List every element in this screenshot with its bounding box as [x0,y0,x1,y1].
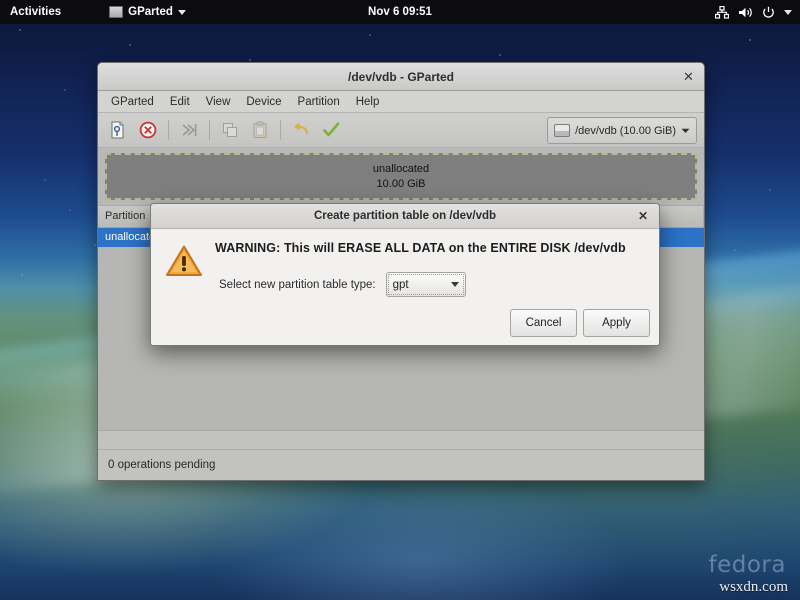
power-icon[interactable] [762,6,775,19]
dialog-close-button[interactable]: ✕ [635,208,651,224]
dialog-button-row: Cancel Apply [510,309,650,337]
cancel-button[interactable]: Cancel [510,309,577,337]
network-wired-icon[interactable] [715,5,729,19]
toolbar-separator [168,120,169,140]
disk-block-size: 10.00 GiB [376,177,426,190]
menu-bar: GParted Edit View Device Partition Help [98,91,704,113]
dialog-title-bar: Create partition table on /dev/vdb ✕ [151,204,659,229]
menu-gparted[interactable]: GParted [104,94,161,110]
volume-icon[interactable] [738,6,753,19]
fedora-watermark: fedora [708,552,786,578]
app-menu-label: GParted [128,6,173,18]
partition-table-type-value: gpt [392,278,409,291]
application-icon [109,6,124,18]
system-tray[interactable] [715,5,800,19]
warning-triangle-icon [165,241,203,297]
window-title: /dev/vdb - GParted [347,69,455,84]
window-title-bar: /dev/vdb - GParted ✕ [98,63,704,91]
resize-move-icon[interactable] [175,117,203,143]
toolbar-separator [280,120,281,140]
device-selector-label: /dev/vdb (10.00 GiB) [575,124,676,137]
gnome-top-bar: Activities GParted Nov 6 09:51 [0,0,800,24]
status-text: 0 operations pending [108,459,216,471]
partition-table-type-label: Select new partition table type: [219,278,376,291]
disk-block-label: unallocated [372,162,430,175]
screen: fedora wsxdn.com Activities GParted Nov … [0,0,800,600]
tool-bar: /dev/vdb (10.00 GiB) [98,113,704,148]
chevron-down-icon [450,282,459,287]
apply-button[interactable]: Apply [583,309,650,337]
partition-table-type-select[interactable]: gpt [385,272,466,297]
site-watermark: wsxdn.com [719,579,788,595]
dialog-title: Create partition table on /dev/vdb [313,210,497,222]
chevron-down-icon [681,125,690,137]
chevron-down-icon[interactable] [784,9,792,15]
dialog-content: WARNING: This will ERASE ALL DATA on the… [215,241,645,297]
dialog-body: WARNING: This will ERASE ALL DATA on the… [151,229,659,297]
menu-help[interactable]: Help [349,94,387,110]
hard-disk-icon [554,124,571,137]
menu-device[interactable]: Device [239,94,288,110]
menu-edit[interactable]: Edit [163,94,197,110]
new-partition-icon[interactable] [104,117,132,143]
warning-message: WARNING: This will ERASE ALL DATA on the… [215,241,626,255]
window-close-button[interactable]: ✕ [680,68,697,85]
device-selector[interactable]: /dev/vdb (10.00 GiB) [547,117,697,144]
create-partition-table-dialog: Create partition table on /dev/vdb ✕ WAR… [150,203,660,346]
paste-icon[interactable] [246,117,274,143]
status-bar: 0 operations pending [98,449,704,480]
activities-button[interactable]: Activities [0,0,71,24]
menu-partition[interactable]: Partition [291,94,347,110]
menu-view[interactable]: View [199,94,238,110]
copy-icon[interactable] [216,117,244,143]
apply-icon[interactable] [317,117,345,143]
undo-icon[interactable] [287,117,315,143]
toolbar-separator [209,120,210,140]
partition-table-type-row: Select new partition table type: gpt [215,272,645,297]
chevron-down-icon [177,9,186,15]
app-menu-button[interactable]: GParted [101,6,194,18]
disk-unallocated-block[interactable]: unallocated 10.00 GiB [105,153,697,200]
delete-partition-icon[interactable] [134,117,162,143]
disk-graphic-area: unallocated 10.00 GiB [98,148,704,205]
